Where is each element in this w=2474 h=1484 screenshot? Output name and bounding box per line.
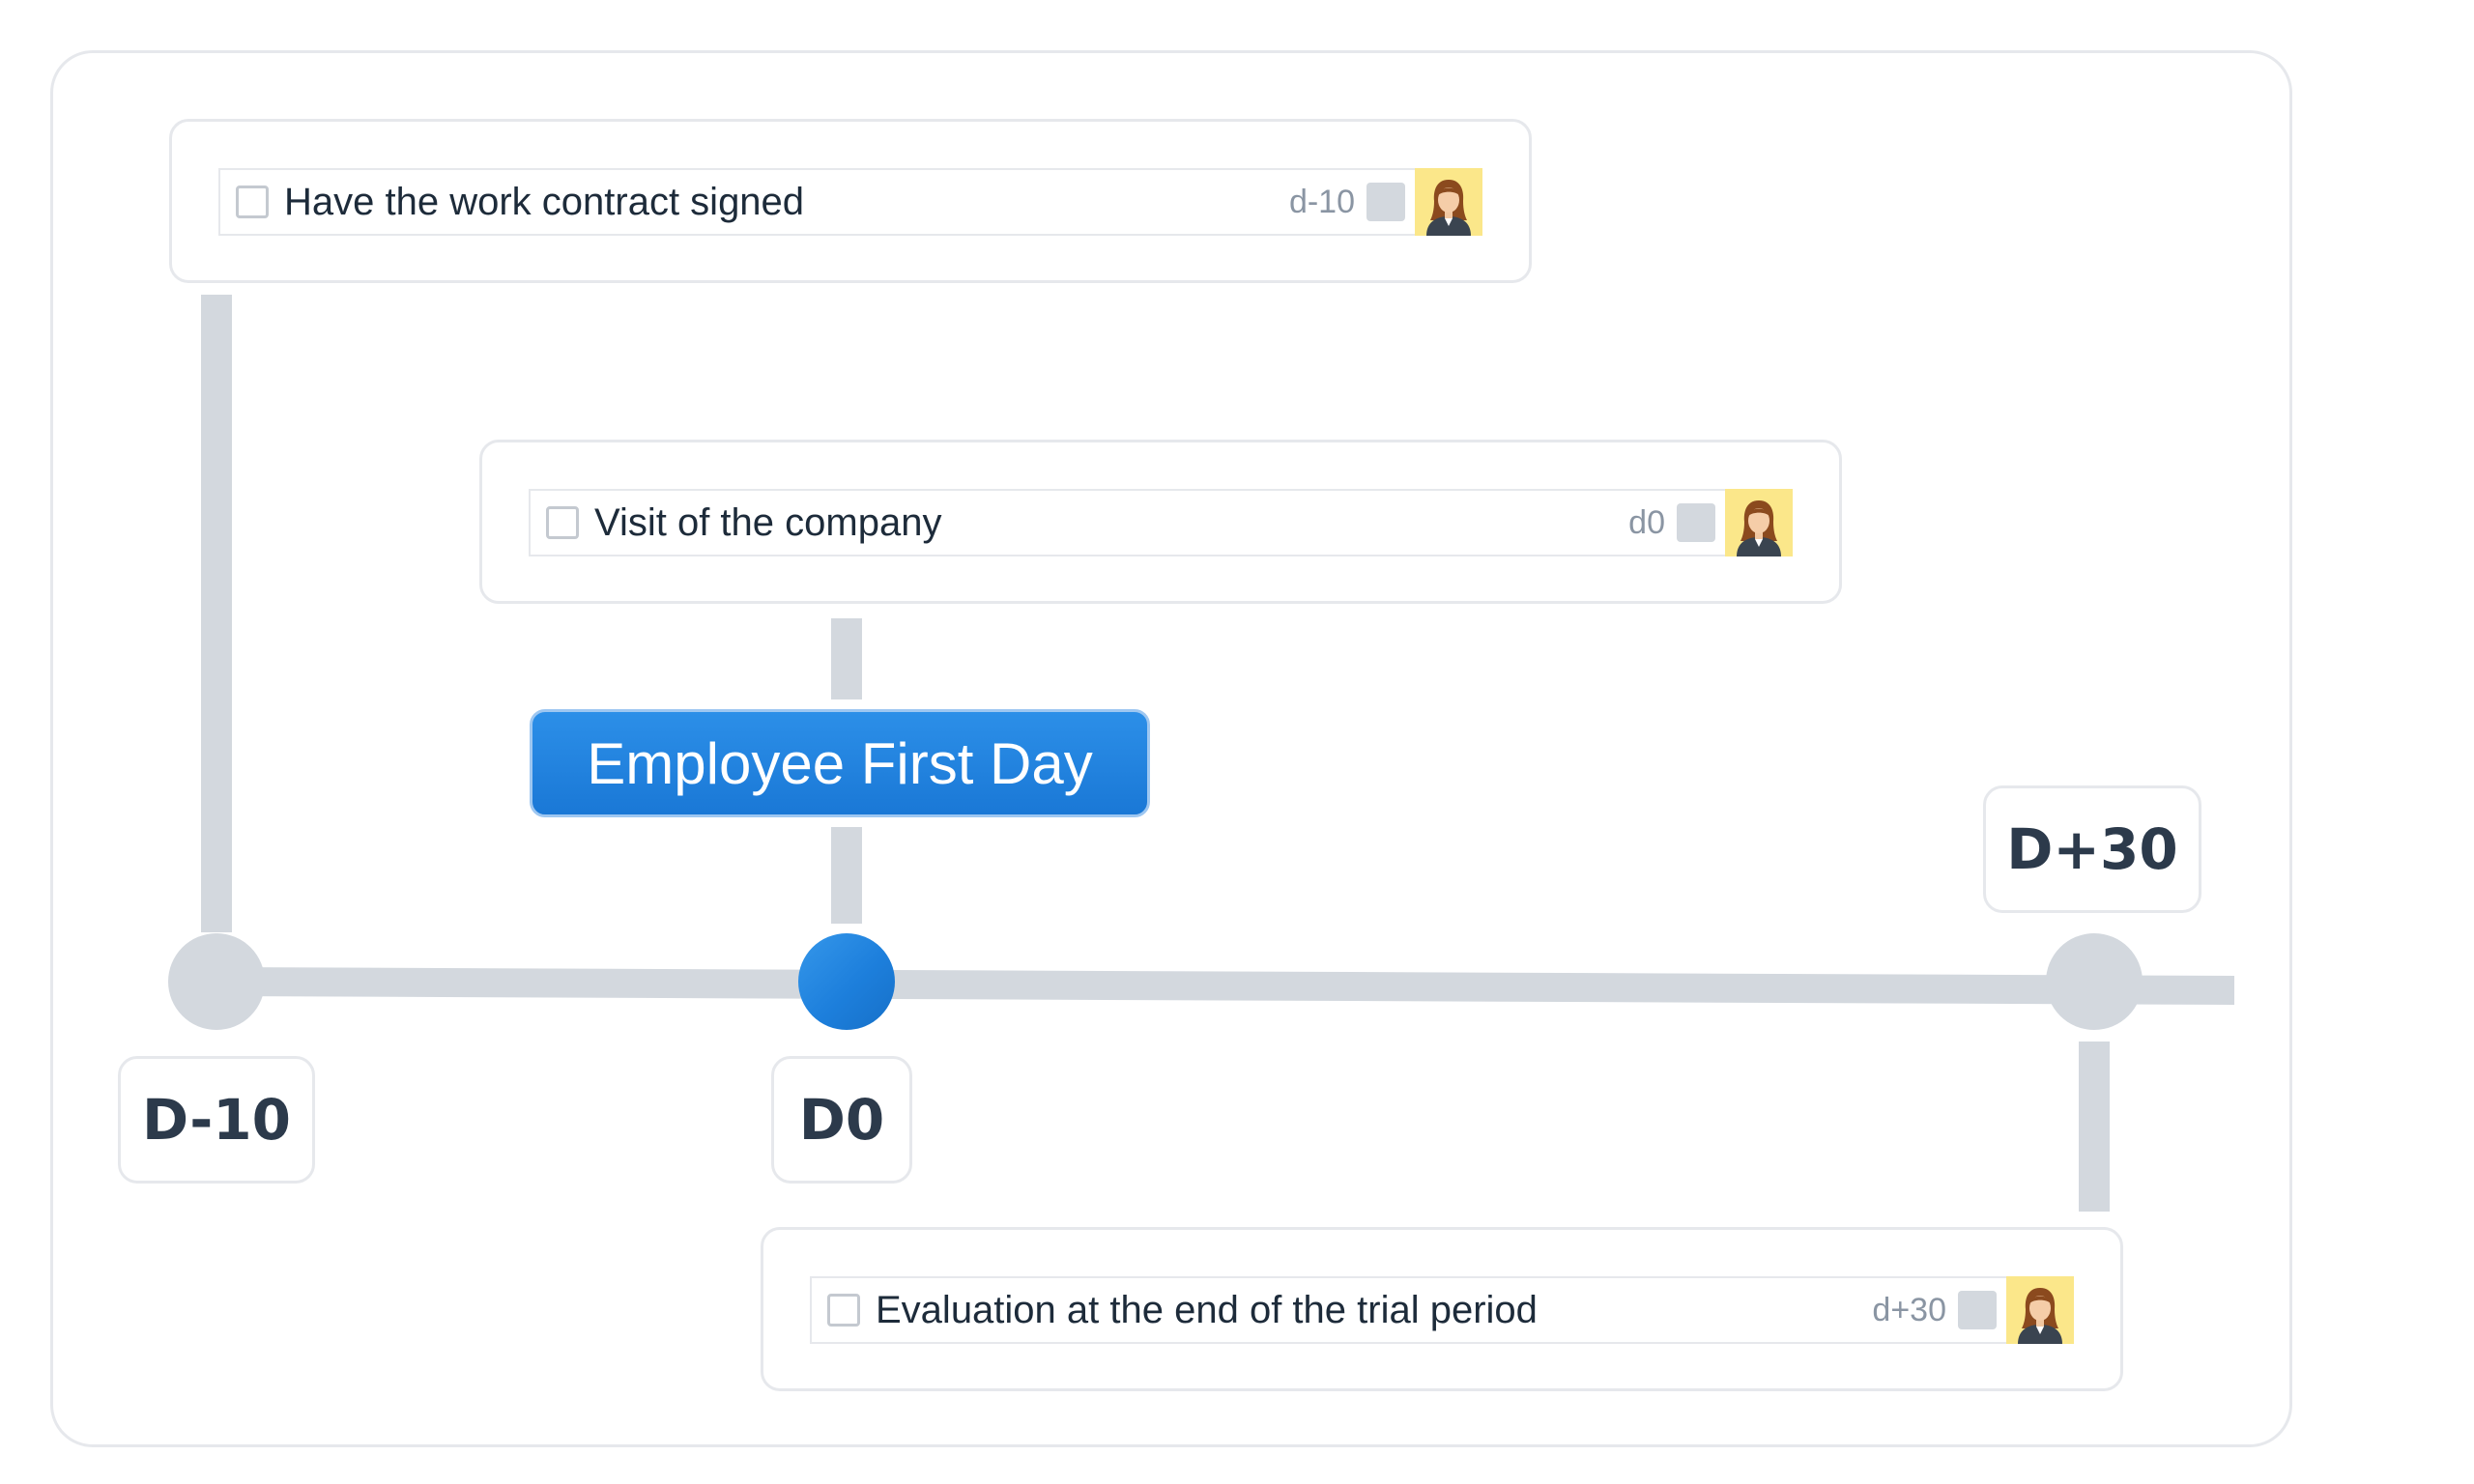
female-employee-avatar-icon [1415,168,1482,236]
task-card: Visit of the company d0 [479,440,1842,604]
task-status-indicator[interactable] [1677,503,1715,542]
female-employee-avatar-icon [2006,1276,2074,1344]
task-row[interactable]: Have the work contract signed d-10 [218,168,1482,236]
task-checkbox[interactable] [546,506,579,539]
task-label: Evaluation at the end of the trial perio… [876,1288,1538,1331]
day-label-d0: D0 [771,1056,912,1184]
female-employee-avatar-icon [1725,489,1793,556]
task-label: Visit of the company [594,500,942,544]
task-checkbox[interactable] [827,1294,860,1327]
task-due-offset: d+30 [1872,1291,1946,1328]
timeline-node-d-plus-30[interactable] [2046,933,2143,1030]
task-checkbox[interactable] [236,186,269,218]
task-due-offset: d-10 [1288,183,1355,220]
task-card: Evaluation at the end of the trial perio… [761,1227,2123,1391]
timeline-node-d0[interactable] [798,933,895,1030]
timeline-axis-track [216,967,2234,1005]
task-card: Have the work contract signed d-10 [169,119,1532,283]
task-due-offset: d0 [1628,503,1665,541]
milestone-employee-first-day[interactable]: Employee First Day [530,709,1150,817]
task-row[interactable]: Visit of the company d0 [529,489,1793,556]
task-status-indicator[interactable] [1958,1291,1997,1329]
task-status-indicator[interactable] [1366,183,1405,221]
day-label-d-minus-10: D-10 [118,1056,315,1184]
task-row[interactable]: Evaluation at the end of the trial perio… [810,1276,2074,1344]
task-label: Have the work contract signed [284,180,805,223]
timeline-node-d-minus-10[interactable] [168,933,265,1030]
day-label-d-plus-30: D+30 [1983,785,2201,913]
